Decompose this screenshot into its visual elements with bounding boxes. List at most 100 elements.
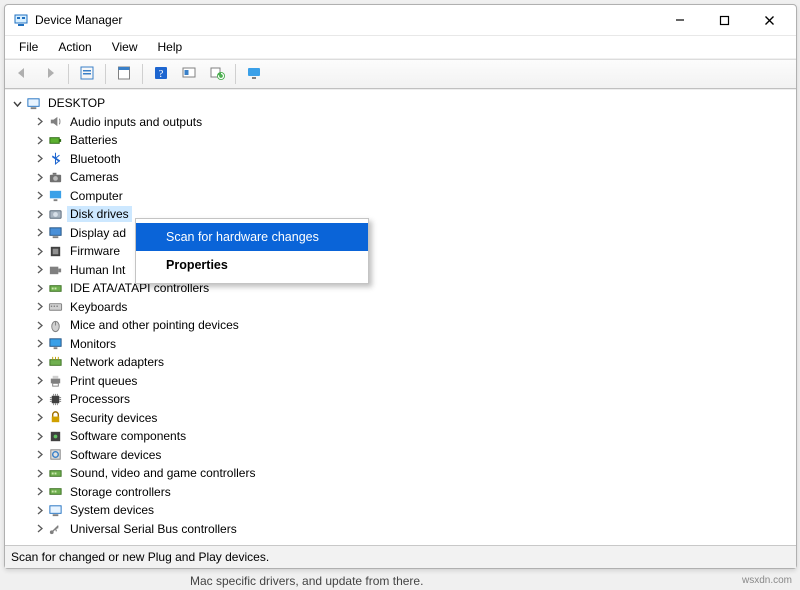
tree-item-label: Computer bbox=[67, 188, 126, 204]
devices-button[interactable] bbox=[241, 62, 267, 86]
tree-item-label: Print queues bbox=[67, 373, 140, 389]
show-hidden-button[interactable] bbox=[74, 62, 100, 86]
background-text: Mac specific drivers, and update from th… bbox=[190, 574, 423, 588]
back-button[interactable] bbox=[9, 62, 35, 86]
window-title: Device Manager bbox=[35, 13, 657, 27]
chevron-right-icon[interactable] bbox=[33, 319, 45, 331]
device-manager-window: Device Manager File Action View Help ? bbox=[4, 4, 797, 569]
chevron-right-icon[interactable] bbox=[33, 171, 45, 183]
toolbar-separator bbox=[235, 64, 236, 84]
tree-item-label: Bluetooth bbox=[67, 151, 124, 167]
tree-item-label: Network adapters bbox=[67, 354, 167, 370]
device-category-icon bbox=[47, 132, 63, 148]
scan-button[interactable] bbox=[176, 62, 202, 86]
tree-item[interactable]: Software components bbox=[11, 427, 796, 446]
chevron-right-icon[interactable] bbox=[33, 208, 45, 220]
tree-item[interactable]: Sound, video and game controllers bbox=[11, 464, 796, 483]
window-list-icon bbox=[79, 65, 95, 84]
device-category-icon bbox=[47, 243, 63, 259]
menu-action[interactable]: Action bbox=[50, 38, 99, 56]
tree-item[interactable]: Display ad bbox=[11, 224, 796, 243]
ctx-properties[interactable]: Properties bbox=[136, 251, 368, 279]
tree-item[interactable]: Bluetooth bbox=[11, 150, 796, 169]
chevron-right-icon[interactable] bbox=[33, 301, 45, 313]
device-category-icon bbox=[47, 169, 63, 185]
chevron-down-icon[interactable] bbox=[11, 97, 23, 109]
menu-file[interactable]: File bbox=[11, 38, 46, 56]
chevron-right-icon[interactable] bbox=[33, 116, 45, 128]
ctx-scan-for-hardware[interactable]: Scan for hardware changes bbox=[136, 223, 368, 251]
app-icon bbox=[13, 12, 29, 28]
scan-card-icon bbox=[181, 65, 197, 84]
tree-item[interactable]: System devices bbox=[11, 501, 796, 520]
computer-icon bbox=[25, 95, 41, 111]
device-category-icon bbox=[47, 354, 63, 370]
uninstall-button[interactable] bbox=[204, 62, 230, 86]
menu-help[interactable]: Help bbox=[150, 38, 191, 56]
menu-view[interactable]: View bbox=[104, 38, 146, 56]
chevron-right-icon[interactable] bbox=[33, 412, 45, 424]
chevron-right-icon[interactable] bbox=[33, 153, 45, 165]
device-category-icon bbox=[47, 410, 63, 426]
tree-item[interactable]: Disk drives bbox=[11, 205, 796, 224]
device-category-icon bbox=[47, 521, 63, 537]
properties-button[interactable] bbox=[111, 62, 137, 86]
chevron-right-icon[interactable] bbox=[33, 338, 45, 350]
device-category-icon bbox=[47, 447, 63, 463]
tree-item[interactable]: Human Int bbox=[11, 261, 796, 280]
tree-item[interactable]: IDE ATA/ATAPI controllers bbox=[11, 279, 796, 298]
minimize-button[interactable] bbox=[657, 6, 702, 34]
chevron-right-icon[interactable] bbox=[33, 227, 45, 239]
chevron-right-icon[interactable] bbox=[33, 486, 45, 498]
chevron-right-icon[interactable] bbox=[33, 134, 45, 146]
tree-item[interactable]: Storage controllers bbox=[11, 483, 796, 502]
tree-item[interactable]: Firmware bbox=[11, 242, 796, 261]
chevron-right-icon[interactable] bbox=[33, 264, 45, 276]
chevron-right-icon[interactable] bbox=[33, 282, 45, 294]
tree-item[interactable]: Network adapters bbox=[11, 353, 796, 372]
chevron-right-icon[interactable] bbox=[33, 523, 45, 535]
watermark: wsxdn.com bbox=[742, 575, 792, 586]
tree-item-label: Mice and other pointing devices bbox=[67, 317, 242, 333]
tree-item[interactable]: Print queues bbox=[11, 372, 796, 391]
tree-item-label: Security devices bbox=[67, 410, 160, 426]
tree-root[interactable]: DESKTOP bbox=[11, 94, 796, 113]
chevron-right-icon[interactable] bbox=[33, 356, 45, 368]
forward-button[interactable] bbox=[37, 62, 63, 86]
context-menu: Scan for hardware changes Properties bbox=[135, 218, 369, 284]
tree-item-label: Keyboards bbox=[67, 299, 130, 315]
chevron-right-icon[interactable] bbox=[33, 245, 45, 257]
tree-item-label: Display ad bbox=[67, 225, 129, 241]
tree-item-label: Monitors bbox=[67, 336, 119, 352]
tree-item[interactable]: Security devices bbox=[11, 409, 796, 428]
tree-item-label: Batteries bbox=[67, 132, 120, 148]
chevron-right-icon[interactable] bbox=[33, 504, 45, 516]
forward-arrow-icon bbox=[42, 65, 58, 84]
device-tree[interactable]: DESKTOP Audio inputs and outputs Batterie… bbox=[5, 89, 796, 568]
tree-item[interactable]: Audio inputs and outputs bbox=[11, 113, 796, 132]
tree-item[interactable]: Software devices bbox=[11, 446, 796, 465]
tree-item[interactable]: Processors bbox=[11, 390, 796, 409]
toolbar: ? bbox=[5, 59, 796, 89]
tree-item-label: Audio inputs and outputs bbox=[67, 114, 205, 130]
tree-item[interactable]: Keyboards bbox=[11, 298, 796, 317]
tree-item-label: Firmware bbox=[67, 243, 123, 259]
tree-item-label: System devices bbox=[67, 502, 157, 518]
tree-item-label: Sound, video and game controllers bbox=[67, 465, 258, 481]
statusbar: Scan for changed or new Plug and Play de… bbox=[5, 545, 796, 568]
tree-item[interactable]: Monitors bbox=[11, 335, 796, 354]
help-button[interactable]: ? bbox=[148, 62, 174, 86]
tree-item[interactable]: Computer bbox=[11, 187, 796, 206]
chevron-right-icon[interactable] bbox=[33, 430, 45, 442]
tree-item[interactable]: Cameras bbox=[11, 168, 796, 187]
tree-item[interactable]: Mice and other pointing devices bbox=[11, 316, 796, 335]
chevron-right-icon[interactable] bbox=[33, 449, 45, 461]
tree-item[interactable]: Universal Serial Bus controllers bbox=[11, 520, 796, 539]
chevron-right-icon[interactable] bbox=[33, 375, 45, 387]
chevron-right-icon[interactable] bbox=[33, 467, 45, 479]
chevron-right-icon[interactable] bbox=[33, 393, 45, 405]
tree-item[interactable]: Batteries bbox=[11, 131, 796, 150]
chevron-right-icon[interactable] bbox=[33, 190, 45, 202]
maximize-button[interactable] bbox=[702, 6, 747, 34]
close-button[interactable] bbox=[747, 6, 792, 34]
